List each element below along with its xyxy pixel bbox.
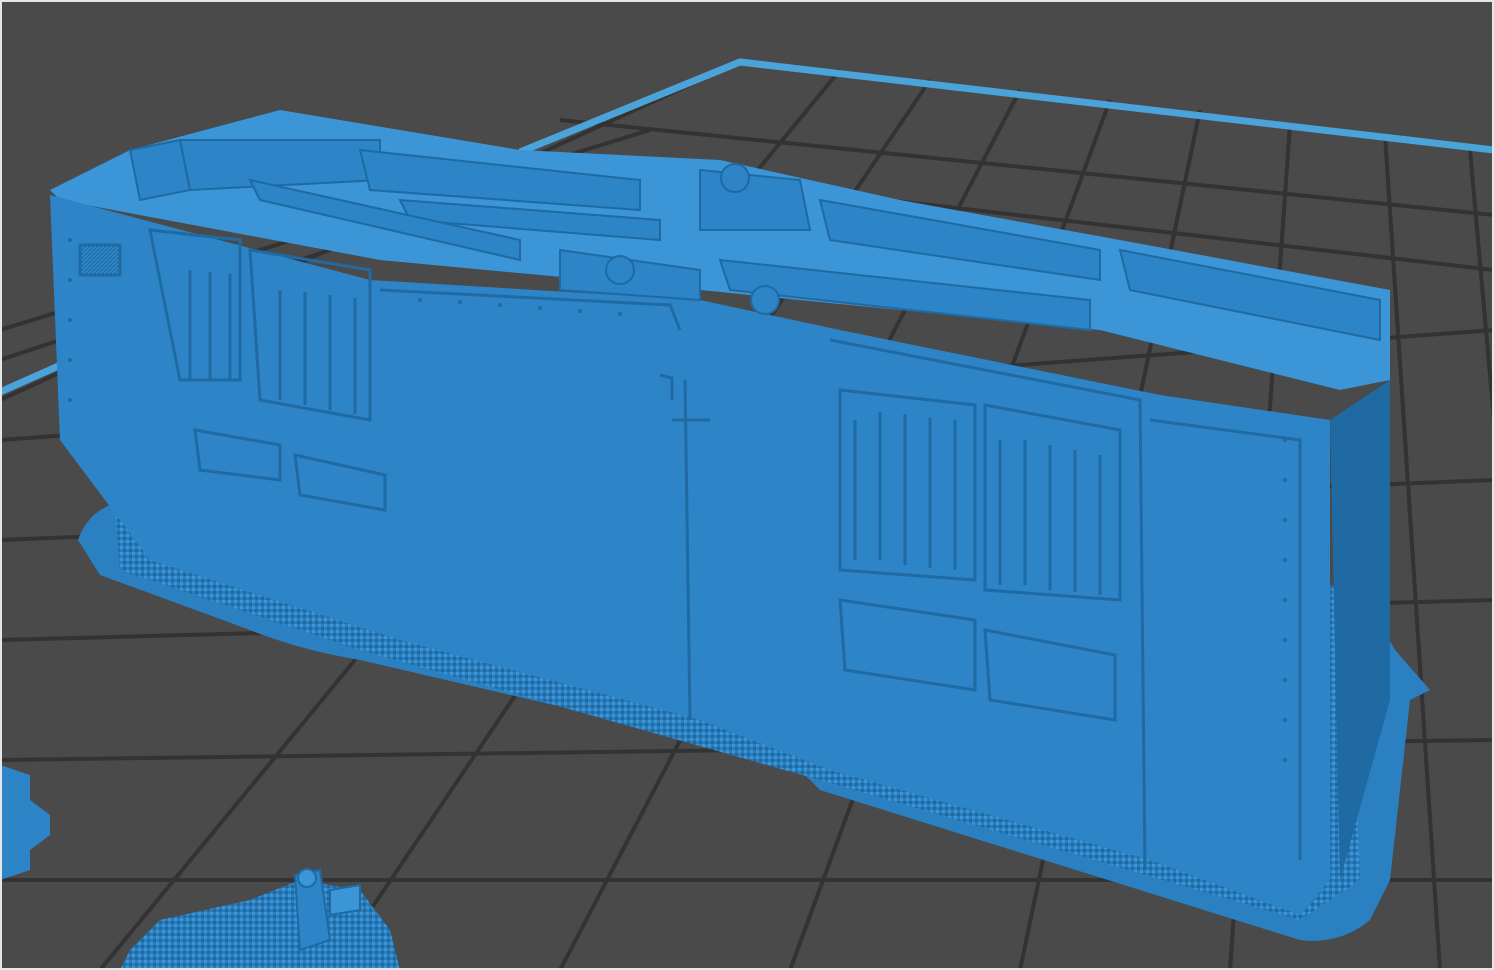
roof-vent-round <box>605 255 635 285</box>
roof-vent-round <box>720 163 750 193</box>
bottom-turret-model[interactable] <box>120 868 400 970</box>
roof-vent-round <box>750 285 780 315</box>
left-edge-model-fragment[interactable] <box>0 765 50 880</box>
3d-viewport[interactable] <box>0 0 1494 970</box>
